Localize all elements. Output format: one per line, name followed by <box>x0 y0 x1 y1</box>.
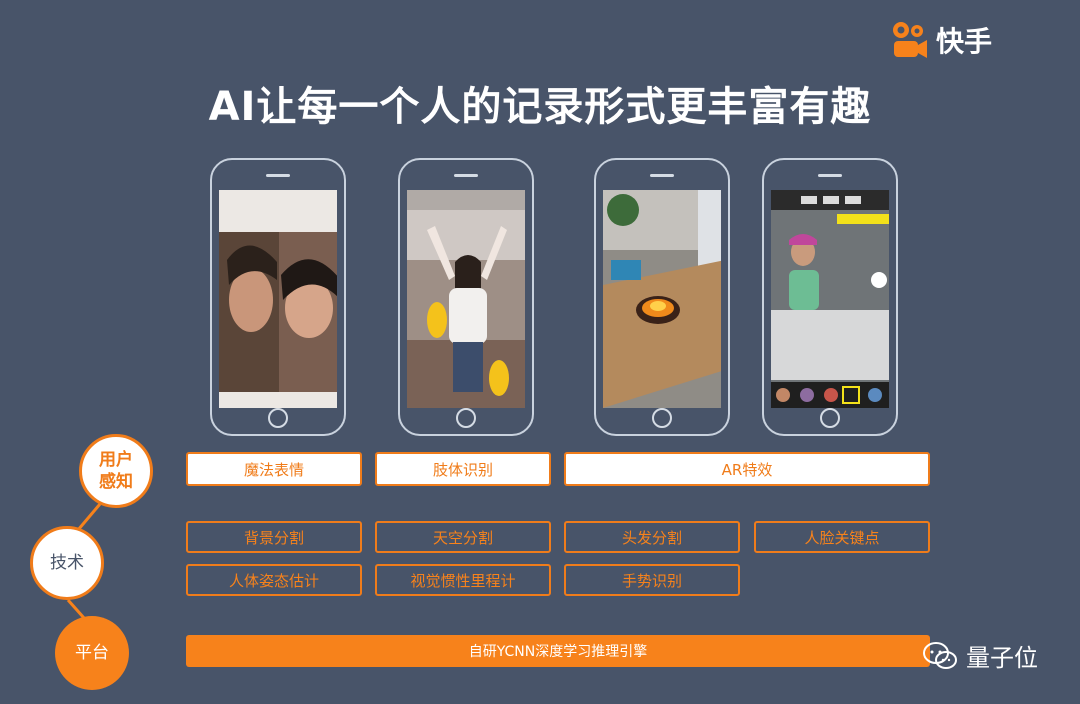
tag-background-segmentation: 背景分割 <box>186 521 362 553</box>
level-user-perception-label: 用户 感知 <box>99 450 133 492</box>
tag-gesture-recognition: 手势识别 <box>564 564 740 596</box>
tag-body-recognition: 肢体识别 <box>375 452 551 486</box>
tag-face-keypoints: 人脸关键点 <box>754 521 930 553</box>
level-platform-label: 平台 <box>75 643 109 663</box>
level-connector-lines <box>66 503 102 619</box>
tag-sky-segmentation: 天空分割 <box>375 521 551 553</box>
level-technology: 技术 <box>30 526 104 600</box>
level-platform: 平台 <box>55 616 129 690</box>
watermark-text: 量子位 <box>966 644 1038 672</box>
level-user-perception: 用户 感知 <box>79 434 153 508</box>
tag-magic-expression: 魔法表情 <box>186 452 362 486</box>
tag-ar-effects: AR特效 <box>564 452 930 486</box>
wechat-icon <box>923 641 957 669</box>
level-technology-label: 技术 <box>50 553 84 573</box>
tag-human-pose-estimation: 人体姿态估计 <box>186 564 362 596</box>
tag-hair-segmentation: 头发分割 <box>564 521 740 553</box>
engine-bar: 自研YCNN深度学习推理引擎 <box>186 635 930 667</box>
tag-visual-inertial-odometry: 视觉惯性里程计 <box>375 564 551 596</box>
watermark: 量子位 <box>922 638 1038 673</box>
